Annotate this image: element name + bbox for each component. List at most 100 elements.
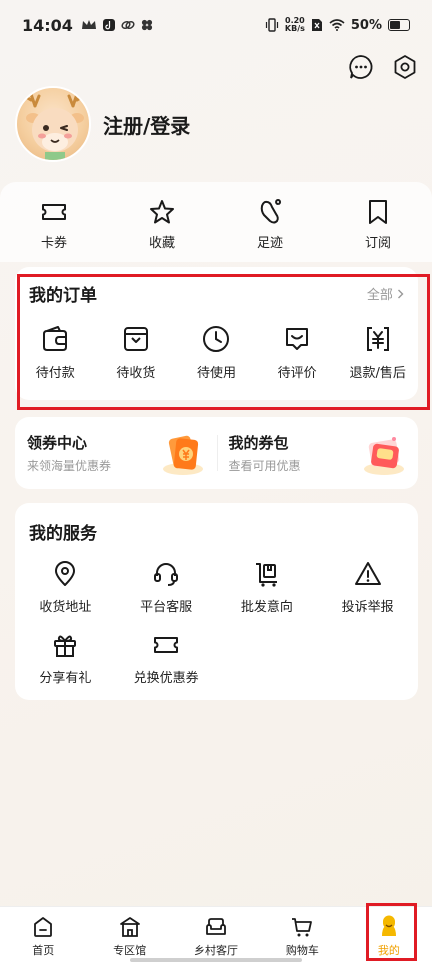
- tab-label: 我的: [377, 944, 400, 957]
- link-icon: [121, 20, 135, 30]
- top-actions: [348, 54, 418, 80]
- orders-card: 我的订单 全部 待付款 待收货 待使用 待评价 退款/售后: [15, 267, 418, 400]
- order-status-to-use[interactable]: 待使用: [176, 324, 257, 381]
- services-card: 我的服务 收货地址 平台客服 批发意向 投诉举报 分享有礼 兑换优惠券: [15, 503, 418, 700]
- order-status-label: 待付款: [35, 366, 75, 381]
- status-app-icons: [81, 19, 153, 31]
- service-wholesale[interactable]: 批发意向: [217, 560, 318, 615]
- coupon-center-text: 领券中心 来领海量优惠券: [27, 432, 111, 474]
- quick-item-footprints[interactable]: 足迹: [216, 182, 324, 262]
- battery-icon: [388, 19, 410, 31]
- order-status-label: 待收货: [116, 366, 156, 381]
- quick-item-favorites[interactable]: 收藏: [108, 182, 216, 262]
- tab-home[interactable]: 首页: [0, 907, 86, 964]
- quick-item-label: 收藏: [148, 236, 175, 251]
- order-status-label: 待使用: [196, 366, 236, 381]
- inbox-icon: [123, 327, 148, 351]
- refund-icon: [366, 327, 389, 351]
- tab-label: 专区馆: [113, 944, 147, 957]
- home-indicator: [130, 958, 302, 962]
- chevron-right-icon: [398, 289, 404, 299]
- service-redeem-coupon[interactable]: 兑换优惠券: [116, 631, 217, 686]
- location-icon: [55, 561, 76, 586]
- service-label: 分享有礼: [39, 671, 92, 686]
- net-speed: 0.20 KB/s: [285, 17, 305, 33]
- cart-box-icon: [255, 563, 277, 587]
- ticket-icon: [42, 204, 66, 220]
- coupon-wallet[interactable]: 我的券包 查看可用优惠: [216, 417, 419, 489]
- ticket-icon: [154, 637, 179, 653]
- net-speed-unit: KB/s: [284, 24, 305, 33]
- service-label: 平台客服: [140, 600, 193, 615]
- service-label: 收货地址: [39, 600, 92, 615]
- sim-off-icon: [311, 19, 322, 31]
- headset-icon: [154, 563, 179, 586]
- tab-cart[interactable]: 购物车: [259, 907, 345, 964]
- order-status-pending-receipt[interactable]: 待收货: [96, 324, 177, 381]
- footprint-icon: [260, 199, 282, 224]
- services-title: 我的服务: [29, 524, 97, 544]
- comment-icon: [286, 328, 309, 350]
- service-customer-support[interactable]: 平台客服: [116, 560, 217, 615]
- star-icon: [150, 200, 174, 224]
- service-label: 兑换优惠券: [133, 671, 199, 686]
- order-status-label: 退款/售后: [349, 366, 406, 381]
- coupon-wallet-image-icon: [364, 437, 404, 475]
- order-status-pending-payment[interactable]: 待付款: [15, 324, 96, 381]
- orders-title: 我的订单: [29, 286, 97, 306]
- coupon-center-title: 领券中心: [27, 434, 88, 452]
- tab-pavilion[interactable]: 专区馆: [86, 907, 172, 964]
- quick-item-coupons[interactable]: 卡券: [0, 182, 108, 262]
- vibrate-icon: [265, 18, 278, 32]
- cart-icon: [292, 918, 313, 937]
- tab-profile[interactable]: 我的: [346, 907, 432, 964]
- clock-icon: [203, 326, 230, 352]
- coupon-center-image-icon: [162, 435, 203, 475]
- fan-icon: [141, 19, 153, 31]
- service-label: 批发意向: [240, 600, 293, 615]
- sofa-icon: [206, 918, 226, 935]
- profile-header[interactable]: 注册/登录: [15, 86, 190, 162]
- service-complaint[interactable]: 投诉举报: [317, 560, 418, 615]
- login-link[interactable]: 注册/登录: [103, 110, 190, 139]
- message-icon[interactable]: [348, 54, 374, 80]
- tab-label: 乡村客厅: [194, 944, 239, 957]
- coupon-center-subtitle: 来领海量优惠券: [27, 459, 112, 473]
- bookmark-icon: [369, 200, 387, 224]
- profile-icon: [381, 915, 396, 936]
- order-status-refund[interactable]: 退款/售后: [337, 324, 418, 381]
- battery-percent: 50%: [350, 17, 382, 33]
- orders-row: 待付款 待收货 待使用 待评价 退款/售后: [15, 324, 418, 381]
- tab-label: 首页: [32, 944, 55, 957]
- quick-item-label: 卡券: [40, 236, 67, 251]
- order-status-label: 待评价: [277, 366, 317, 381]
- status-right: 0.20 KB/s 50%: [265, 17, 410, 33]
- settings-icon[interactable]: [392, 54, 418, 80]
- quick-item-label: 足迹: [256, 236, 283, 251]
- bottom-tab-bar: 首页 专区馆 乡村客厅 购物车 我的: [0, 906, 432, 964]
- quick-item-subscriptions[interactable]: 订阅: [324, 182, 432, 262]
- avatar[interactable]: [15, 86, 91, 162]
- warning-icon: [354, 562, 381, 585]
- orders-all-link[interactable]: 全部: [367, 284, 404, 303]
- pavilion-icon: [119, 917, 140, 937]
- service-label: 投诉举报: [341, 600, 394, 615]
- tab-label: 购物车: [285, 944, 319, 957]
- order-status-to-review[interactable]: 待评价: [257, 324, 338, 381]
- coupon-wallet-text: 我的券包 查看可用优惠: [229, 432, 301, 474]
- tiktok-icon: [102, 19, 115, 31]
- deer-avatar-icon: [24, 92, 84, 160]
- orders-header: 我的订单 全部: [15, 267, 418, 306]
- tab-village-lounge[interactable]: 乡村客厅: [173, 907, 259, 964]
- status-time: 14:04: [22, 15, 73, 35]
- service-share-gift[interactable]: 分享有礼: [15, 631, 116, 686]
- quick-access-row: 卡券 收藏 足迹 订阅: [0, 182, 432, 262]
- home-icon: [34, 917, 53, 937]
- services-grid: 收货地址 平台客服 批发意向 投诉举报 分享有礼 兑换优惠券: [15, 560, 418, 686]
- coupons-card: 领券中心 来领海量优惠券 我的券包 查看可用优惠: [15, 417, 418, 489]
- service-address[interactable]: 收货地址: [15, 560, 116, 615]
- coupon-center[interactable]: 领券中心 来领海量优惠券: [15, 417, 217, 489]
- coupon-wallet-subtitle: 查看可用优惠: [228, 459, 301, 473]
- wallet-icon: [43, 326, 68, 351]
- quick-item-label: 订阅: [364, 236, 391, 251]
